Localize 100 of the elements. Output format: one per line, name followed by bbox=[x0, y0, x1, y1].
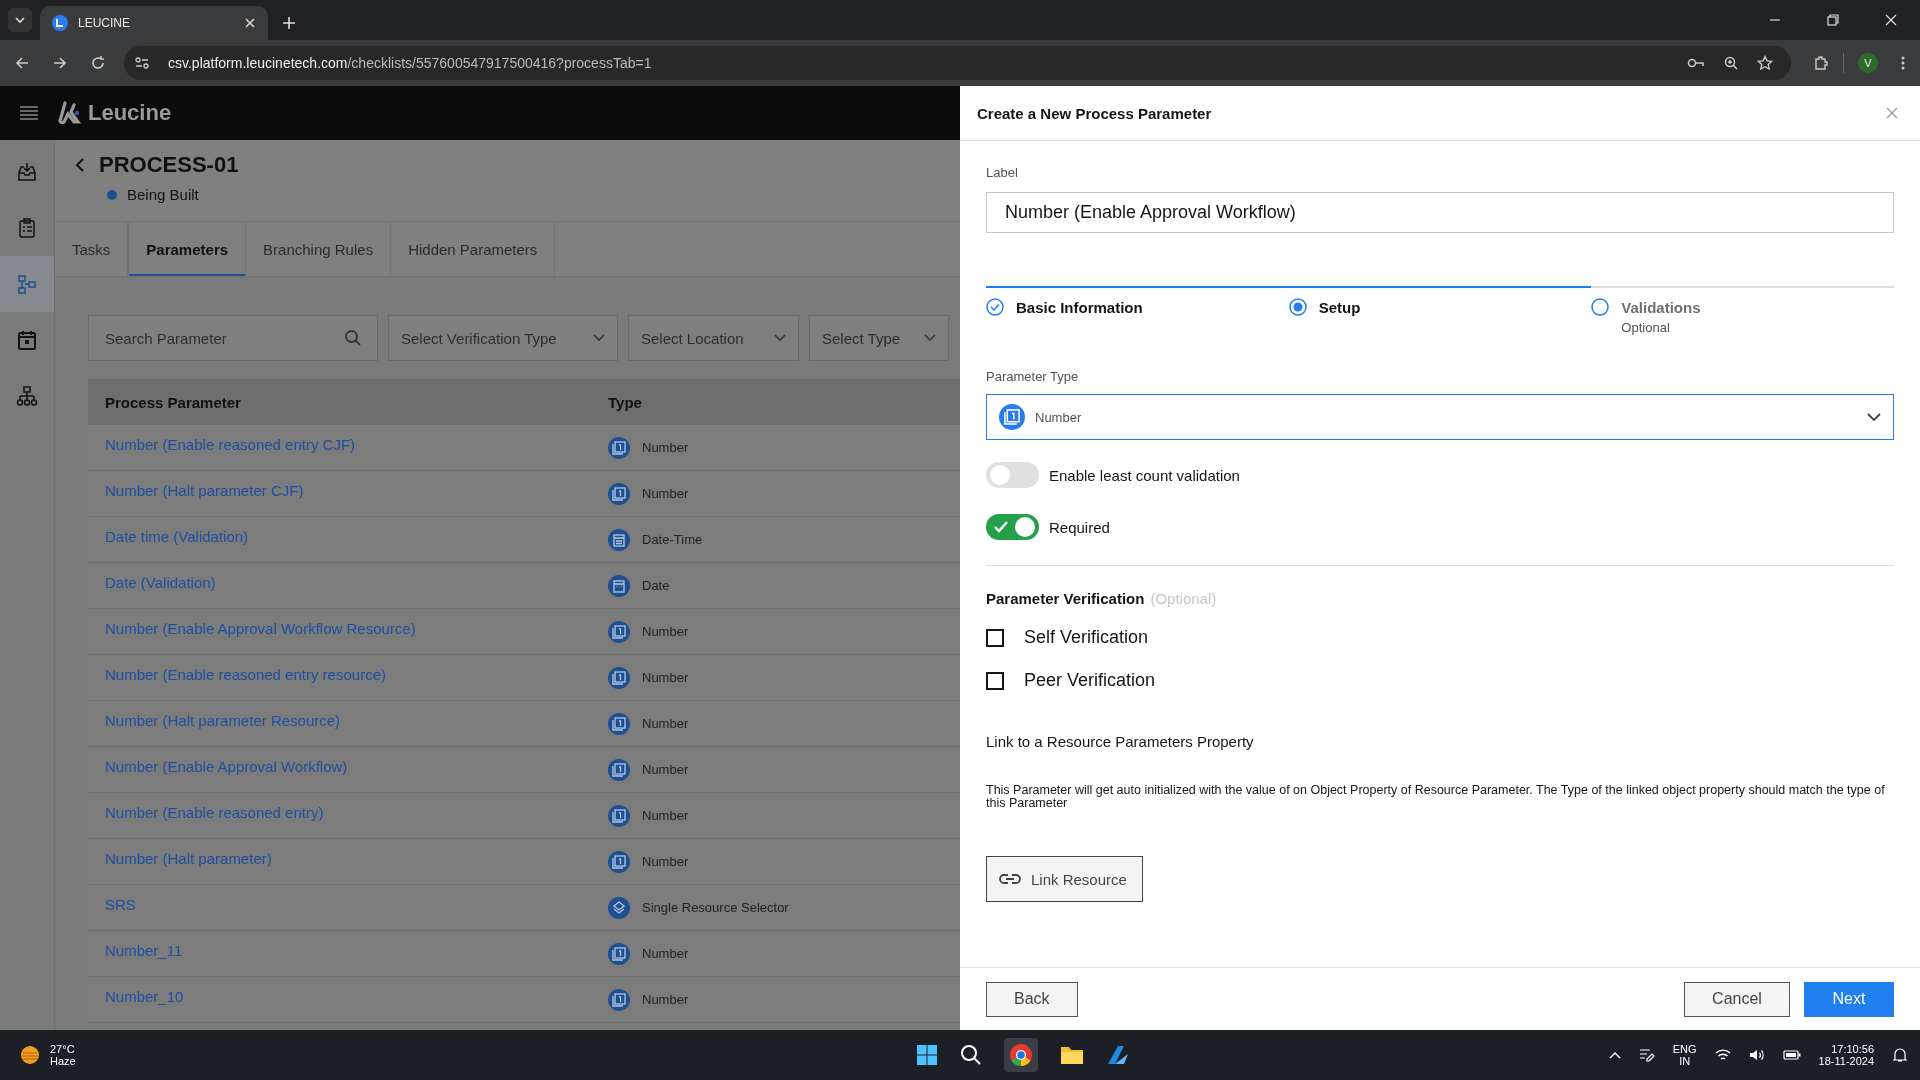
key-icon[interactable] bbox=[1687, 57, 1705, 69]
type-label: Number bbox=[642, 486, 689, 501]
layers-icon bbox=[608, 896, 630, 919]
filter-dropdown[interactable]: Select Verification Type bbox=[388, 315, 618, 361]
inbox-icon bbox=[16, 161, 38, 183]
number-icon bbox=[608, 666, 630, 689]
column-header: Type bbox=[608, 393, 642, 411]
temperature: 27°C bbox=[50, 1043, 76, 1055]
parameter-link[interactable]: Number (Enable reasoned entry resource) bbox=[88, 666, 608, 683]
checkbox[interactable] bbox=[986, 628, 1004, 647]
parameter-link[interactable]: Number (Enable Approval Workflow Resource) bbox=[88, 620, 608, 637]
checkbox[interactable] bbox=[986, 671, 1004, 690]
speaker-icon[interactable] bbox=[1748, 1048, 1765, 1062]
search-field[interactable]: Search Parameter bbox=[88, 315, 378, 361]
cancel-button[interactable]: Cancel bbox=[1684, 981, 1790, 1017]
back-chevron-icon[interactable] bbox=[75, 157, 85, 173]
link-section-title: Link to a Resource Parameters Property bbox=[986, 733, 1254, 750]
weather-sun-icon[interactable] bbox=[18, 1043, 42, 1067]
forward-arrow-icon[interactable] bbox=[52, 55, 68, 71]
wifi-icon[interactable] bbox=[1714, 1048, 1731, 1062]
battery-icon[interactable] bbox=[1782, 1049, 1801, 1061]
pen-icon[interactable] bbox=[1638, 1047, 1655, 1063]
panel-title: Create a New Process Parameter bbox=[977, 104, 1212, 122]
toggle-label: Required bbox=[1049, 518, 1110, 536]
toggle-switch[interactable] bbox=[986, 462, 1039, 488]
restore-icon[interactable] bbox=[1826, 13, 1840, 27]
weather-condition: Haze bbox=[50, 1055, 76, 1067]
menu-icon[interactable] bbox=[20, 106, 38, 120]
number-icon bbox=[608, 942, 630, 965]
search-icon[interactable] bbox=[960, 1044, 983, 1066]
menu-icon[interactable] bbox=[1900, 55, 1906, 71]
parameter-link[interactable]: Number (Enable reasoned entry CJF) bbox=[88, 436, 608, 453]
chevron-down-icon bbox=[1867, 412, 1881, 422]
address-bar[interactable]: csv.platform.leucinetech.com/checklists/557600547917500416?processTab=1 bbox=[124, 46, 1791, 80]
site-settings-icon[interactable] bbox=[134, 55, 150, 71]
clock-date[interactable]: 18-11-2024 bbox=[1818, 1055, 1874, 1067]
chevron-down-icon bbox=[924, 334, 936, 342]
folder-icon[interactable] bbox=[1060, 1044, 1085, 1066]
number-icon bbox=[608, 620, 630, 643]
tab-list-button[interactable] bbox=[8, 8, 32, 32]
page-tab[interactable]: Tasks bbox=[55, 222, 129, 276]
zoom-icon[interactable] bbox=[1723, 55, 1739, 71]
start-icon[interactable] bbox=[916, 1044, 939, 1066]
type-label: Number bbox=[642, 762, 689, 777]
next-button[interactable]: Next bbox=[1804, 981, 1894, 1017]
parameter-link[interactable]: Number (Enable reasoned entry) bbox=[88, 804, 608, 821]
browser-icon[interactable] bbox=[1004, 1038, 1039, 1072]
star-icon[interactable] bbox=[1757, 55, 1773, 71]
check-icon bbox=[994, 521, 1008, 533]
parameter-link[interactable]: Number (Halt parameter Resource) bbox=[88, 712, 608, 729]
calendar-icon bbox=[608, 574, 630, 597]
page-tab[interactable]: Branching Rules bbox=[246, 222, 392, 276]
parameter-type-dropdown[interactable]: Number bbox=[986, 394, 1894, 440]
language-code[interactable]: ENG bbox=[1672, 1043, 1697, 1055]
new-tab-icon[interactable] bbox=[282, 16, 296, 30]
field-label: Parameter Type bbox=[986, 369, 1079, 384]
notification-bell-icon[interactable] bbox=[1892, 1047, 1908, 1063]
page-tab[interactable]: Parameters bbox=[128, 222, 247, 276]
link-resource-button[interactable]: Link Resource bbox=[986, 856, 1143, 902]
hierarchy-icon bbox=[16, 385, 38, 407]
leucine-logo-icon bbox=[58, 101, 82, 125]
type-label: Date bbox=[642, 578, 670, 593]
parameter-link[interactable]: SRS bbox=[88, 896, 608, 913]
toggle-switch[interactable] bbox=[986, 514, 1039, 540]
filter-dropdown[interactable]: Select Location bbox=[628, 315, 799, 361]
parameter-link[interactable]: Date time (Validation) bbox=[88, 528, 608, 545]
filter-dropdown[interactable]: Select Type bbox=[809, 315, 949, 361]
clock-time[interactable]: 17:10:56 bbox=[1831, 1043, 1874, 1055]
parameter-link[interactable]: Number_11 bbox=[88, 942, 608, 959]
optional-hint: (Optional) bbox=[1150, 590, 1217, 607]
link-icon bbox=[999, 873, 1021, 885]
browser-tab[interactable]: LEUCINE bbox=[40, 6, 268, 40]
section-title: Parameter Verification bbox=[986, 590, 1145, 607]
number-icon bbox=[608, 436, 630, 459]
chevron-down-icon bbox=[593, 334, 605, 342]
type-label: Number bbox=[642, 946, 689, 961]
parameter-link[interactable]: Number (Enable Approval Workflow) bbox=[88, 758, 608, 775]
process-title: PROCESS-01 bbox=[99, 152, 239, 178]
back-arrow-icon[interactable] bbox=[14, 55, 30, 71]
parameter-link[interactable]: Number (Halt parameter) bbox=[88, 850, 608, 867]
profile-avatar[interactable]: V bbox=[1858, 53, 1878, 73]
tab-title: LEUCINE bbox=[78, 16, 131, 30]
page-tab[interactable]: Hidden Parameters bbox=[391, 222, 556, 276]
label-input[interactable]: Number (Enable Approval Workflow) bbox=[986, 192, 1894, 233]
app-arrow-icon[interactable] bbox=[1106, 1044, 1131, 1066]
checkbox-label: Peer Verification bbox=[1024, 670, 1156, 691]
chevron-down-icon bbox=[774, 334, 786, 342]
parameter-link[interactable]: Number_10 bbox=[88, 988, 608, 1005]
back-button[interactable]: Back bbox=[986, 981, 1078, 1017]
chevron-up-icon[interactable] bbox=[1608, 1051, 1621, 1059]
language-region[interactable]: IN bbox=[1679, 1055, 1691, 1067]
flowchart-icon bbox=[16, 273, 38, 295]
number-icon bbox=[608, 712, 630, 735]
parameter-link[interactable]: Number (Halt parameter CJF) bbox=[88, 482, 608, 499]
link-description: This Parameter will get auto initialized with the value of on Object Property of Resource Parameter. The Type of the linked object property should match the type of this Parameter bbox=[986, 784, 1886, 810]
type-label: Number bbox=[642, 854, 689, 869]
app-logo-icon bbox=[52, 15, 68, 31]
parameter-link[interactable]: Date (Validation) bbox=[88, 574, 608, 591]
extensions-icon[interactable] bbox=[1813, 55, 1829, 71]
reload-icon[interactable] bbox=[90, 55, 106, 71]
